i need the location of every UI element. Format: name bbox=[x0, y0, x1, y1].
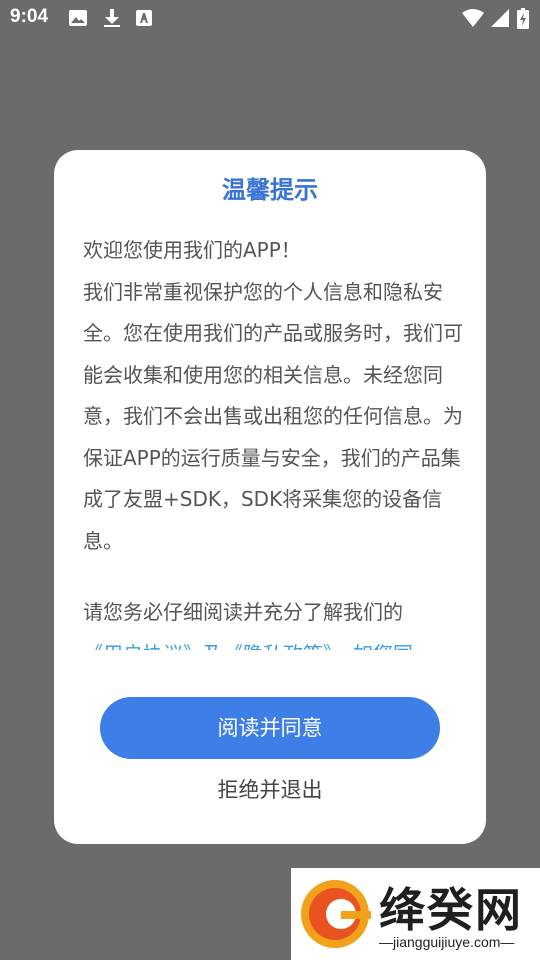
watermark-url: —jiangguijiuye.com— bbox=[379, 934, 515, 950]
reject-button[interactable]: 拒绝并退出 bbox=[54, 770, 486, 810]
privacy-dialog: 温馨提示 欢迎您使用我们的APP！ 我们非常重视保护您的个人信息和隐私安全。您在… bbox=[54, 150, 486, 844]
wifi-icon bbox=[462, 9, 484, 27]
status-bar: 9:04 bbox=[0, 0, 540, 36]
watermark: 绛癸网 —jiangguijiuye.com— bbox=[291, 868, 540, 960]
read-prompt: 请您务必仔细阅读并充分了解我们的 bbox=[83, 600, 403, 624]
welcome-text: 欢迎您使用我们的APP！ bbox=[83, 238, 301, 262]
download-icon bbox=[104, 9, 120, 27]
status-time: 9:04 bbox=[10, 6, 49, 27]
agree-button[interactable]: 阅读并同意 bbox=[100, 697, 440, 759]
dialog-body[interactable]: 欢迎您使用我们的APP！ 我们非常重视保护您的个人信息和隐私安全。您在使用我们的… bbox=[83, 230, 467, 650]
battery-icon bbox=[517, 8, 529, 29]
font-icon bbox=[136, 10, 152, 26]
privacy-statement: 我们非常重视保护您的个人信息和隐私安全。您在使用我们的产品或服务时，我们可能会收… bbox=[83, 279, 463, 553]
agreement-links[interactable]: 《用户协议》及《隐私政策》，如您同 bbox=[83, 634, 467, 651]
image-icon bbox=[69, 10, 87, 26]
dialog-title: 温馨提示 bbox=[222, 176, 318, 204]
watermark-logo-icon bbox=[301, 880, 371, 948]
watermark-name: 绛癸网 bbox=[379, 883, 523, 937]
signal-icon bbox=[491, 9, 509, 27]
